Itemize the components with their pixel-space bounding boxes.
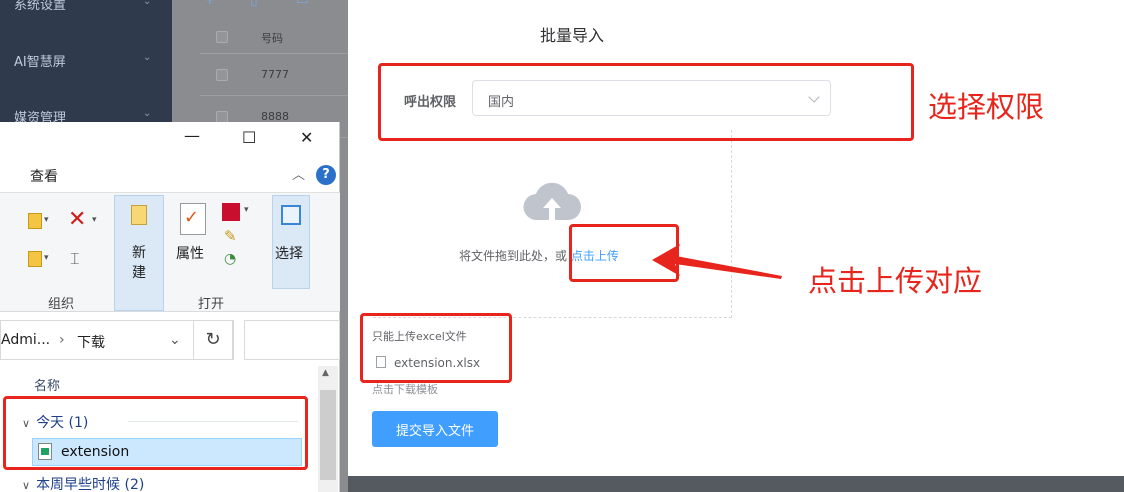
add-icon[interactable]: +	[204, 0, 216, 8]
delete-icon[interactable]: ▯	[250, 0, 258, 8]
refresh-icon[interactable]: ↻	[193, 320, 233, 360]
chevron-down-icon: ∨	[22, 479, 31, 492]
chevron-down-icon: ⌄	[143, 0, 152, 7]
scroll-up-icon[interactable]: ▲	[322, 368, 329, 378]
edit-icon[interactable]: ▭	[296, 0, 309, 8]
minimize-icon[interactable]: —	[184, 126, 200, 145]
properties-label: 属性	[176, 246, 204, 262]
maximize-icon[interactable]: ☐	[242, 128, 256, 147]
row-checkbox[interactable]	[216, 69, 228, 81]
chevron-down-icon[interactable]: ⌄	[169, 332, 181, 348]
download-template-link[interactable]: 点击下载模板	[372, 381, 438, 397]
move-to-icon[interactable]	[28, 213, 42, 229]
dropdown-arrow-icon: ▾	[44, 253, 49, 263]
dropdown-arrow-icon: ▾	[244, 205, 249, 215]
new-button-label: 新建	[132, 245, 146, 281]
column-header-number: 号码	[261, 32, 283, 45]
column-header-name[interactable]: 名称	[34, 375, 60, 394]
row-number: 7777	[261, 68, 289, 81]
checkmark-icon: ✓	[184, 207, 200, 228]
annotation-box-file	[360, 313, 512, 383]
scrollbar-thumb[interactable]	[320, 390, 336, 480]
annotation-select-permission: 选择权限	[928, 90, 1045, 124]
file-group-earlier[interactable]: ∨ 本周早些时候 (2)	[22, 474, 144, 492]
annotation-box-permission	[378, 63, 914, 141]
select-all-icon	[281, 205, 301, 225]
annotation-click-upload: 点击上传对应	[808, 264, 983, 298]
help-icon[interactable]: ?	[316, 165, 336, 185]
edit-icon[interactable]: ✎	[224, 227, 237, 245]
copy-to-icon[interactable]	[28, 251, 42, 267]
sidebar-item-ai-screen[interactable]: AI智慧屏	[14, 51, 66, 70]
file-group-label: 本周早些时候 (2)	[36, 477, 145, 492]
tab-view[interactable]: 查看	[30, 166, 58, 186]
dialog-title: 批量导入	[540, 26, 605, 45]
open-with-icon[interactable]	[222, 203, 240, 221]
table-row: 7777	[200, 54, 348, 96]
chevron-right-icon: ›	[59, 332, 65, 348]
chevron-down-icon: ⌄	[143, 108, 152, 119]
rename-icon[interactable]: ⌶	[70, 249, 80, 269]
select-button-label: 选择	[275, 246, 303, 262]
annotation-arrow-icon	[652, 244, 782, 279]
dropdown-arrow-icon: ▾	[92, 215, 97, 225]
chevron-up-icon[interactable]: ︿	[292, 164, 305, 183]
breadcrumb-current[interactable]: 下载	[77, 332, 105, 352]
table-header: 号码	[200, 22, 348, 54]
annotation-box-explorer-file	[3, 396, 308, 470]
ribbon-toolbar: ▾ ✕ ▾ ▾ ⌶ 组织 新建 ✓ 属性 ▾ ✎ ◔ 打开 选择	[0, 192, 340, 312]
group-label-open: 打开	[198, 297, 225, 312]
group-label-organize: 组织	[48, 297, 75, 312]
new-folder-icon	[131, 205, 147, 225]
history-icon[interactable]: ◔	[224, 251, 236, 267]
dropdown-arrow-icon: ▾	[44, 215, 49, 225]
breadcrumb-parent[interactable]: Admi...	[1, 332, 50, 348]
chevron-down-icon: ⌄	[143, 52, 152, 63]
delete-icon[interactable]: ✕	[68, 207, 86, 232]
select-all-checkbox[interactable]	[216, 31, 228, 43]
submit-import-button[interactable]: 提交导入文件	[372, 411, 498, 447]
upload-hint-text: 将文件拖到此处，或	[459, 249, 568, 263]
sidebar-item-system-settings[interactable]: 系统设置	[14, 0, 66, 13]
close-icon[interactable]: ✕	[300, 128, 313, 147]
cloud-upload-icon	[523, 182, 581, 221]
search-input[interactable]	[244, 320, 340, 360]
